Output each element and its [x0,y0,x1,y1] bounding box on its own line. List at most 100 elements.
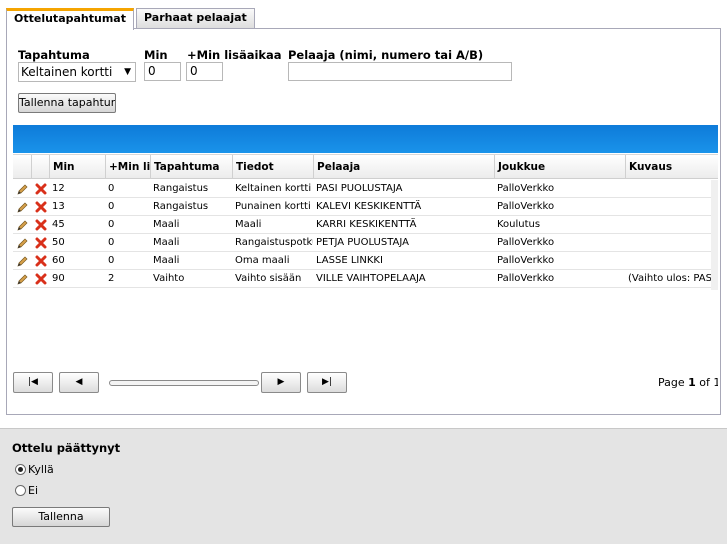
save-match-end-button[interactable]: Tallenna [12,507,110,527]
pencil-icon[interactable] [17,201,29,213]
last-page-icon: ▶| [322,377,332,387]
previous-page-icon: ◀ [75,377,83,387]
header-team[interactable]: Joukkue [494,155,625,179]
cell-extra: 0 [108,237,115,248]
cell-event: Vaihto [153,273,185,284]
cell-min: 90 [52,273,65,284]
radio-kylla[interactable] [15,464,26,475]
header-details[interactable]: Tiedot [232,155,313,179]
radio-ei[interactable] [15,485,26,496]
minute-input[interactable]: 0 [144,62,181,81]
header-extra[interactable]: +Min li [105,155,150,179]
header-player[interactable]: Pelaaja [313,155,494,179]
table-row[interactable]: 90 2 Vaihto Vaihto sisään VILLE VAIHTOPELAAJ… [13,270,718,288]
cell-team: PalloVerkko [497,183,555,194]
cell-min: 13 [52,201,65,212]
cell-player: LASSE LINKKI [316,255,383,266]
cell-details: Vaihto sisään [235,273,302,284]
tab-parhaat-pelaajat[interactable]: Parhaat pelaajat [136,8,255,29]
delete-x-icon[interactable] [35,219,47,231]
radio-ei-label[interactable]: Ei [28,484,38,497]
table-row[interactable]: 60 0 Maali Oma maali LASSE LINKKI PalloVerkko [13,252,718,270]
first-page-icon: |◀ [28,377,38,387]
pencil-icon[interactable] [17,273,29,285]
cell-details: Oma maali [235,255,290,266]
cell-player: KARRI KESKIKENTTÄ [316,219,417,230]
chevron-down-icon: ▼ [124,67,131,77]
cell-details: Punainen kortti [235,201,311,212]
pencil-icon[interactable] [17,237,29,249]
header-edit-col [13,155,31,179]
cell-extra: 2 [108,273,115,284]
cell-description [625,198,718,216]
cell-description: (Vaihto ulos: PAS [628,273,712,284]
cell-description [625,216,718,234]
page-current: 1 [688,376,696,389]
cell-description [625,252,718,270]
delete-x-icon[interactable] [35,183,47,195]
delete-x-icon[interactable] [35,237,47,249]
cell-extra: 0 [108,183,115,194]
tab-ottelutapahtumat[interactable]: Ottelutapahtumat [6,8,134,30]
delete-x-icon[interactable] [35,273,47,285]
cell-player: PASI PUOLUSTAJA [316,183,403,194]
grid-scrollbar[interactable] [711,180,718,290]
radio-kylla-label[interactable]: Kyllä [28,463,54,476]
table-row[interactable]: 12 0 Rangaistus Keltainen kortti PASI PUOLUS… [13,180,718,198]
minute-label: Min [144,48,168,62]
save-event-button[interactable]: Tallenna tapahtuma [18,93,116,113]
header-event[interactable]: Tapahtuma [150,155,232,179]
cell-min: 45 [52,219,65,230]
event-type-value: Keltainen kortti [21,65,113,79]
match-end-title: Ottelu päättynyt [12,441,121,455]
cell-details: Rangaistuspotku [235,237,313,248]
page-prefix: Page [658,376,685,389]
next-page-button[interactable]: ▶ [261,372,301,393]
events-grid: Min +Min li Tapahtuma Tiedot Pelaaja Jou… [13,125,718,395]
header-min[interactable]: Min [49,155,105,179]
table-row[interactable]: 50 0 Maali Rangaistuspotku PETJA PUOLUSTAJA P… [13,234,718,252]
cell-min: 12 [52,183,65,194]
delete-x-icon[interactable] [35,201,47,213]
extra-time-label: +Min lisäaikaa [187,48,282,62]
page-total: of 1 [699,376,718,389]
previous-page-button[interactable]: ◀ [59,372,99,393]
extra-time-input[interactable]: 0 [186,62,223,81]
header-delete-col [31,155,49,179]
cell-team: PalloVerkko [497,237,555,248]
event-type-select[interactable]: Keltainen kortti ▼ [18,62,136,82]
events-panel: Tapahtuma Min +Min lisäaikaa Pelaaja (ni… [6,28,721,415]
cell-description [625,234,718,252]
pencil-icon[interactable] [17,183,29,195]
next-page-icon: ▶ [277,377,285,387]
cell-event: Rangaistus [153,201,209,212]
cell-description [625,180,718,198]
pencil-icon[interactable] [17,255,29,267]
page-slider[interactable] [109,380,259,386]
grid-header: Min +Min li Tapahtuma Tiedot Pelaaja Jou… [13,154,718,179]
player-input[interactable] [288,62,512,81]
last-page-button[interactable]: ▶| [307,372,347,393]
cell-team: PalloVerkko [497,255,555,266]
cell-player: KALEVI KESKIKENTTÄ [316,201,422,212]
delete-x-icon[interactable] [35,255,47,267]
cell-min: 50 [52,237,65,248]
cell-player: VILLE VAIHTOPELAAJA [316,273,426,284]
table-row[interactable]: 45 0 Maali Maali KARRI KESKIKENTTÄ Koulutus [13,216,718,234]
cell-details: Keltainen kortti [235,183,312,194]
event-type-label: Tapahtuma [18,48,90,62]
cell-team: Koulutus [497,219,541,230]
pencil-icon[interactable] [17,219,29,231]
cell-event: Maali [153,219,180,230]
cell-event: Rangaistus [153,183,209,194]
cell-player: PETJA PUOLUSTAJA [316,237,409,248]
header-description[interactable]: Kuvaus [625,155,718,179]
grid-toolbar [13,125,718,153]
cell-event: Maali [153,237,180,248]
cell-team: PalloVerkko [497,201,555,212]
first-page-button[interactable]: |◀ [13,372,53,393]
page-info: Page 1 of 1 [658,376,718,389]
player-label: Pelaaja (nimi, numero tai A/B) [288,48,484,62]
table-row[interactable]: 13 0 Rangaistus Punainen kortti KALEVI KESKI… [13,198,718,216]
cell-extra: 0 [108,201,115,212]
